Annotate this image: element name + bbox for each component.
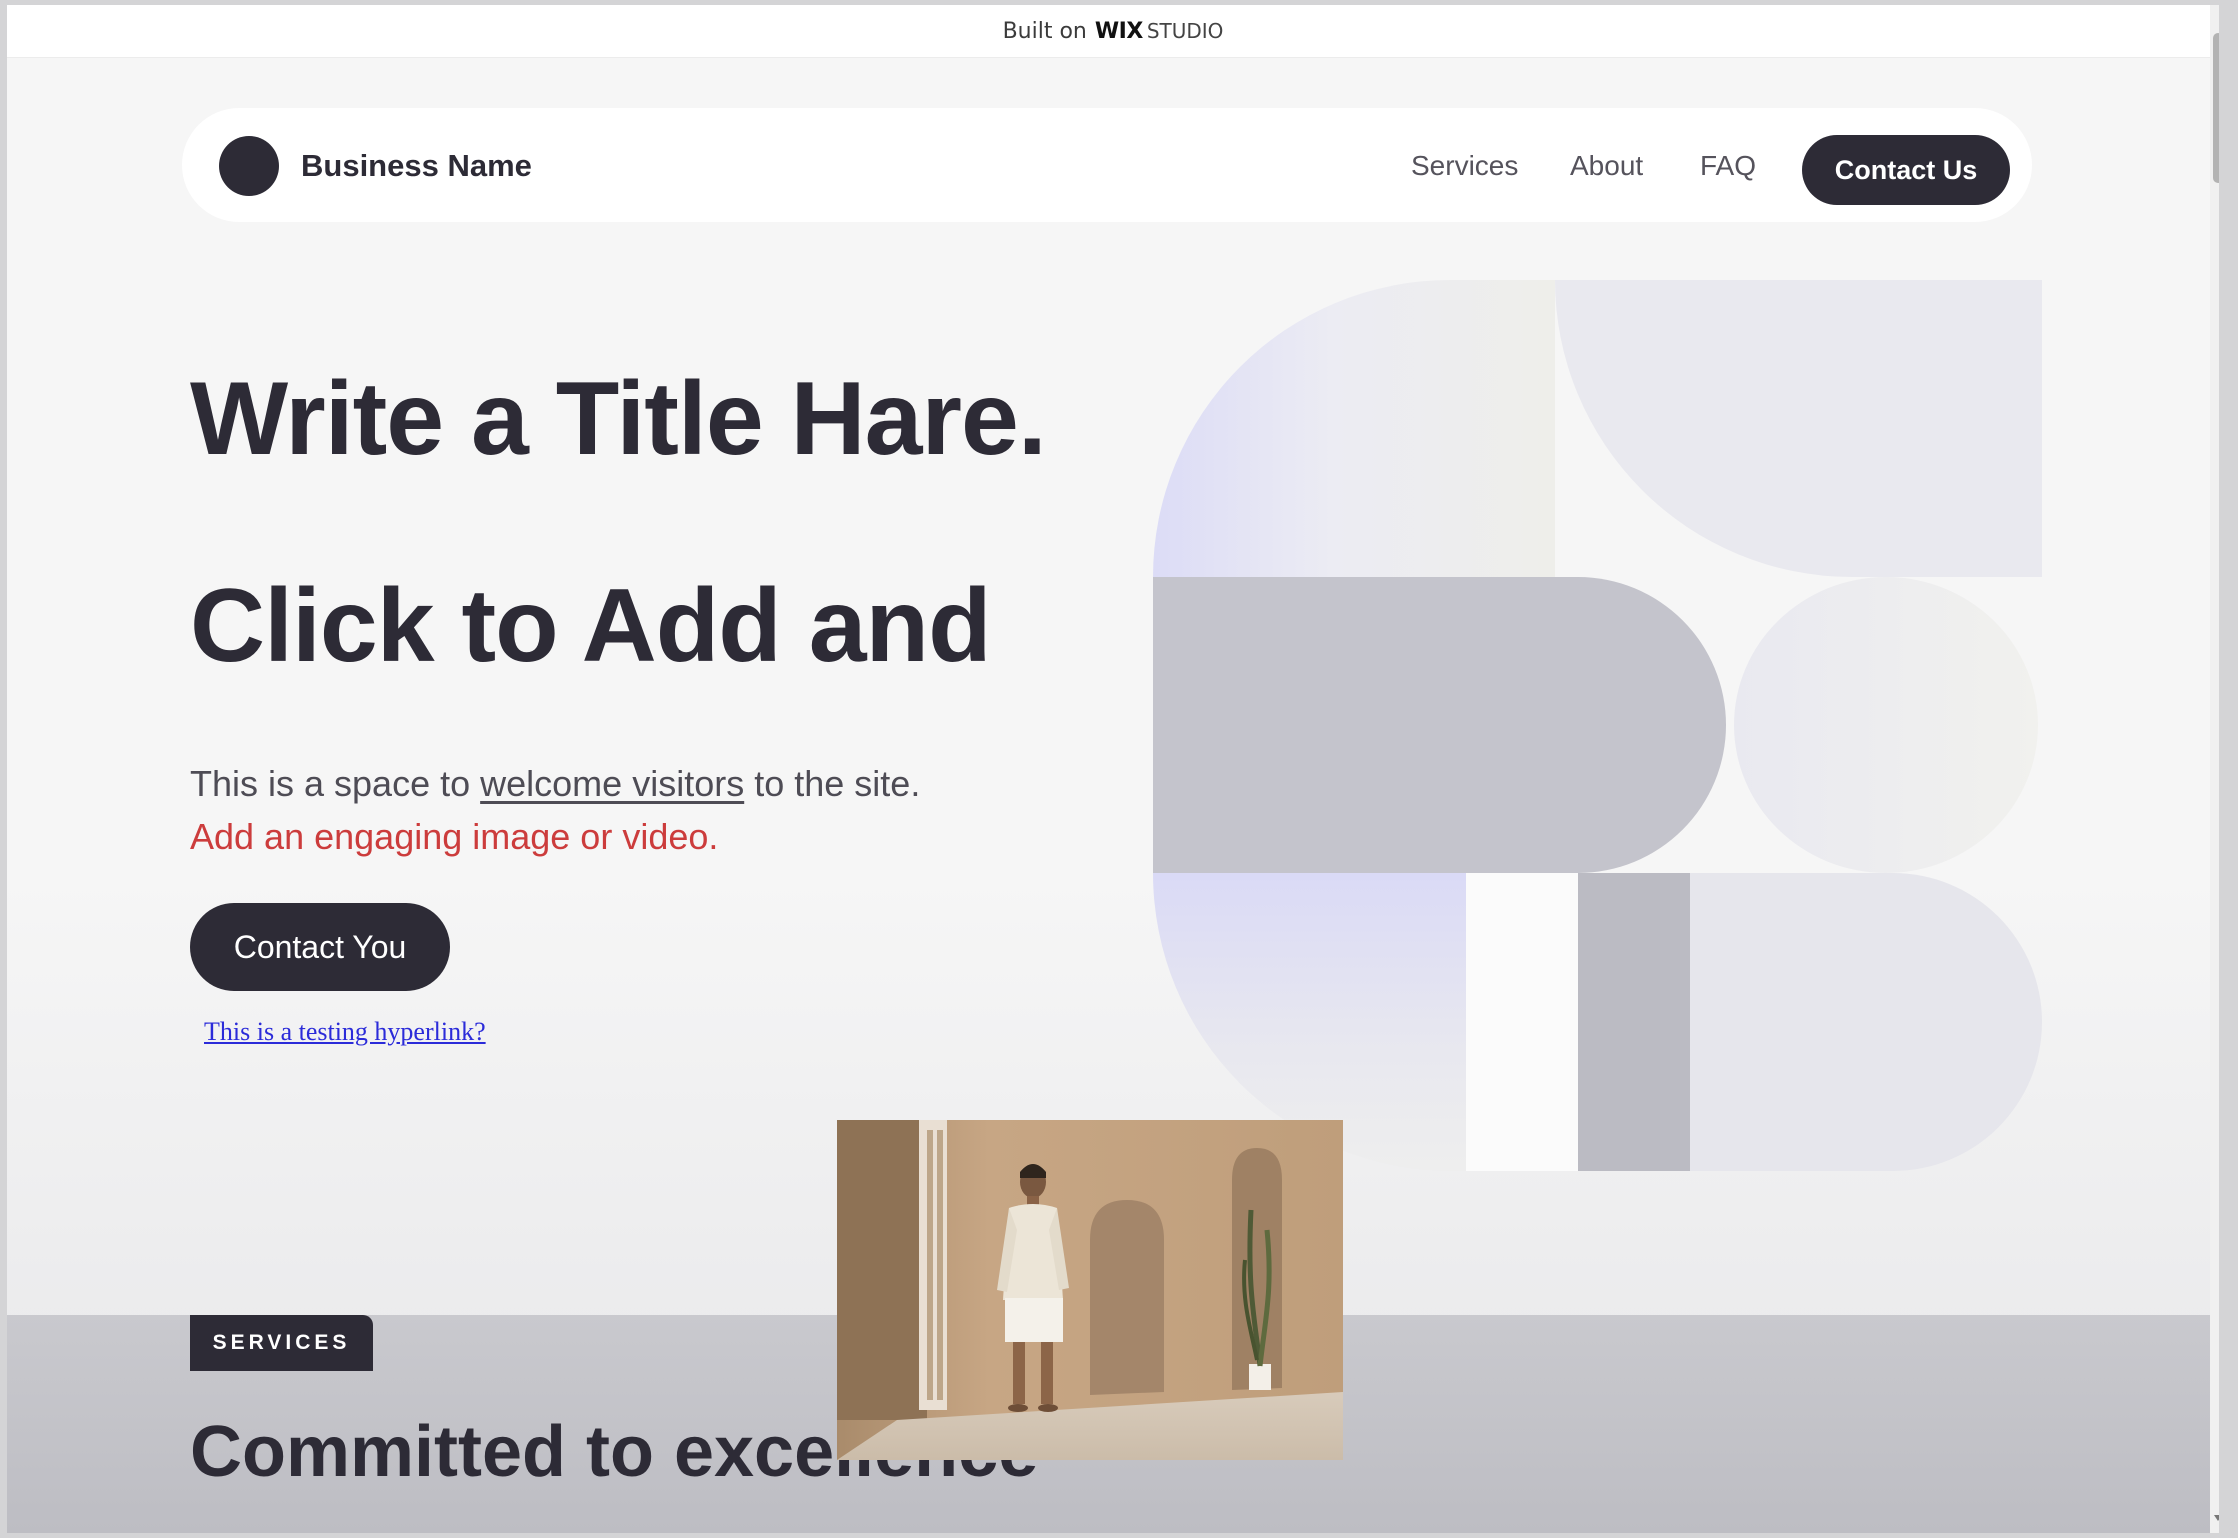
hero-photo[interactable]: [837, 1120, 1343, 1460]
contact-us-button[interactable]: Contact Us: [1802, 135, 2010, 205]
services-tag: SERVICES: [190, 1315, 373, 1371]
shape-pill-middle: [1153, 577, 1726, 873]
scrollbar-thumb[interactable]: [2213, 33, 2219, 183]
man-in-room-image: [837, 1120, 1343, 1460]
testing-hyperlink[interactable]: This is a testing hyperlink?: [204, 1017, 486, 1047]
contact-you-button[interactable]: Contact You: [190, 903, 450, 991]
welcome-visitors-link[interactable]: welcome visitors: [480, 763, 744, 804]
hero-title-line-1: Write a Title Hare.: [190, 361, 1047, 477]
shape-bar-grey: [1578, 873, 1690, 1171]
nav-about[interactable]: About: [1570, 150, 1643, 182]
logo-icon[interactable]: [219, 136, 279, 196]
browser-viewport: Built on WIX STUDIO Business Name Servic…: [7, 5, 2219, 1533]
shape-half-pill-bottom-right: [1690, 873, 2042, 1171]
hero-text-mid: to the site.: [754, 763, 921, 804]
nav-faq[interactable]: FAQ: [1700, 150, 1756, 182]
shape-bar-white: [1466, 873, 1578, 1171]
hero-text-start: This is a space to: [190, 763, 471, 804]
brand-name[interactable]: Business Name: [301, 148, 532, 184]
site-header: Business Name Services About FAQ Contact…: [182, 108, 2032, 222]
hero-text-highlight: Add an engaging image or video.: [190, 816, 719, 857]
vertical-scrollbar[interactable]: [2210, 5, 2219, 1533]
banner-prefix: Built on: [1002, 18, 1087, 44]
hero-title-line-2: Click to Add and: [190, 568, 992, 684]
nav-services[interactable]: Services: [1411, 150, 1518, 182]
wix-logo: WIX: [1094, 18, 1143, 44]
scroll-down-arrow-icon[interactable]: [2214, 1515, 2219, 1521]
shape-circle-middle-right: [1734, 577, 2038, 873]
studio-label: STUDIO: [1146, 19, 1224, 43]
wix-studio-banner[interactable]: Built on WIX STUDIO: [7, 5, 2219, 58]
hero-paragraph: This is a space to welcome visitors to t…: [190, 757, 950, 863]
